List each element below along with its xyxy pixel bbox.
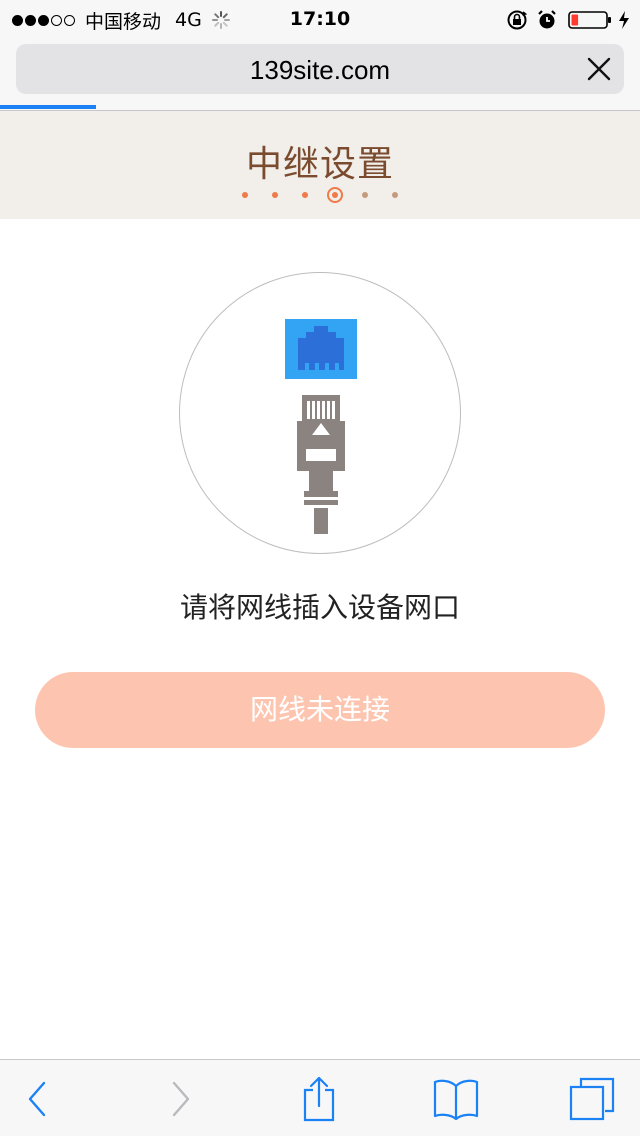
url-text[interactable]: 139site.com <box>16 55 624 86</box>
chevron-right-icon[interactable] <box>168 1080 192 1118</box>
back-button[interactable] <box>14 1076 62 1122</box>
alarm-icon <box>538 10 556 29</box>
ethernet-plug-icon <box>297 395 345 534</box>
step-dot <box>392 192 398 198</box>
status-right <box>506 8 630 32</box>
rotation-lock-icon <box>507 10 528 30</box>
share-icon[interactable] <box>301 1076 337 1122</box>
instruction-text: 请将网线插入设备网口 <box>179 591 460 624</box>
step-dot <box>362 192 368 198</box>
share-button[interactable] <box>295 1076 343 1122</box>
book-icon[interactable] <box>432 1078 480 1120</box>
battery-icon <box>568 11 611 29</box>
tabs-icon[interactable] <box>569 1077 615 1121</box>
page-title: 中继设置 <box>245 144 394 185</box>
cable-status-button[interactable]: 网线未连接 <box>35 672 605 748</box>
tabs-button[interactable] <box>568 1076 616 1122</box>
charging-bolt-icon <box>619 11 629 29</box>
chevron-left-icon[interactable] <box>26 1080 50 1118</box>
step-indicator <box>0 185 640 205</box>
ethernet-port-icon <box>285 319 357 379</box>
step-dot <box>272 192 278 198</box>
cable-illustration <box>179 272 461 554</box>
forward-button[interactable] <box>156 1076 204 1122</box>
page-header: 中继设置 <box>0 111 640 219</box>
close-icon[interactable] <box>586 56 612 82</box>
status-bar: 中国移动 4G 17:10 <box>0 0 640 40</box>
step-dot <box>242 192 248 198</box>
browser-toolbar <box>0 1059 640 1136</box>
step-dot <box>302 192 308 198</box>
bookmarks-button[interactable] <box>432 1076 480 1122</box>
browser-nav-area: 139site.com <box>0 40 640 111</box>
page-load-progress-fill <box>0 105 96 109</box>
step-dot-current <box>327 187 343 203</box>
address-bar[interactable]: 139site.com <box>16 44 624 94</box>
